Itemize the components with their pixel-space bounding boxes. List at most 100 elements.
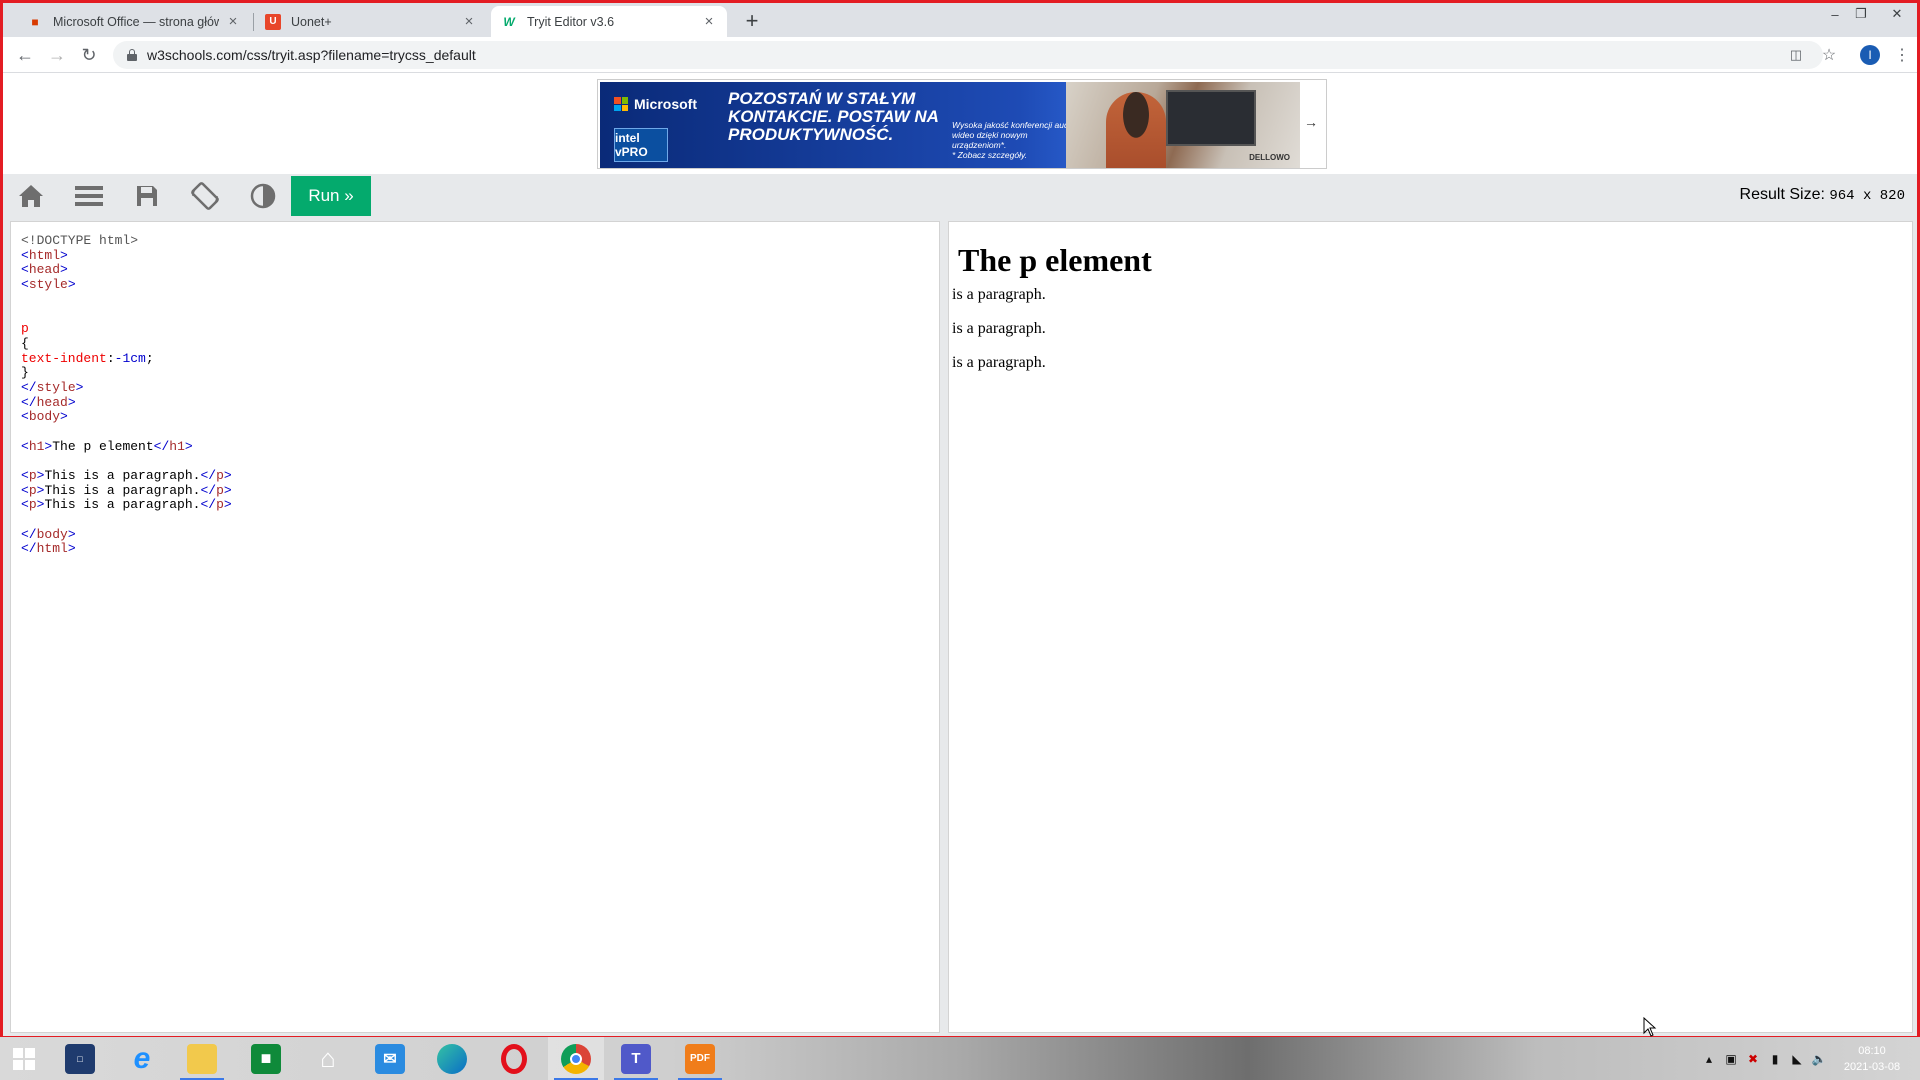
microsoft-logo: Microsoft	[614, 96, 697, 112]
lock-icon	[127, 49, 137, 61]
wifi-icon[interactable]: ◣	[1786, 1037, 1808, 1080]
clock-time: 08:10	[1858, 1044, 1886, 1057]
tab-title: Tryit Editor v3.6	[527, 14, 615, 29]
edge-icon[interactable]	[424, 1037, 480, 1080]
rotate-icon[interactable]	[177, 174, 233, 218]
internet-explorer-icon[interactable]: e	[114, 1037, 170, 1080]
code-line[interactable]	[21, 511, 232, 526]
editor-panes: <!DOCTYPE html> <html> <head> <style> p{tex…	[3, 218, 1917, 1036]
result-paragraph: is a paragraph.	[952, 320, 1046, 337]
code-line[interactable]: </body>	[21, 526, 232, 542]
code-line[interactable]: </style>	[21, 379, 232, 395]
advertisement-banner[interactable]: Microsoft intel vPRO POZOSTAŃ W STAŁYM K…	[597, 79, 1327, 169]
volume-icon[interactable]: 🔈	[1808, 1037, 1830, 1080]
code-editor[interactable]: <!DOCTYPE html> <html> <head> <style> p{tex…	[10, 221, 940, 1033]
pane-splitter[interactable]	[940, 218, 948, 1036]
run-button[interactable]: Run »	[291, 176, 371, 216]
system-tray: ▴ ▣ ✖ ▮ ◣ 🔈 08:10 2021-03-08	[1698, 1037, 1920, 1080]
show-hidden-icons-icon[interactable]: ▴	[1698, 1037, 1720, 1080]
bookmark-star-icon[interactable]: ☆	[1817, 43, 1841, 67]
code-line[interactable]: p	[21, 320, 232, 336]
code-text[interactable]: <!DOCTYPE html> <html> <head> <style> p{tex…	[21, 232, 232, 556]
file-explorer-icon[interactable]	[174, 1037, 230, 1080]
start-button[interactable]	[0, 1037, 48, 1080]
home-icon[interactable]: ⌂	[300, 1037, 356, 1080]
battery-icon[interactable]: ▮	[1764, 1037, 1786, 1080]
clock[interactable]: 08:10 2021-03-08	[1834, 1043, 1910, 1075]
result-size-value: 964 x 820	[1829, 188, 1905, 204]
result-size-label: Result Size:	[1739, 186, 1825, 203]
opera-icon[interactable]	[486, 1037, 542, 1080]
code-line[interactable]: <style>	[21, 276, 232, 292]
address-bar[interactable]: w3schools.com/css/tryit.asp?filename=try…	[113, 41, 1823, 69]
code-line[interactable]: <html>	[21, 247, 232, 263]
result-paragraph: is a paragraph.	[952, 354, 1046, 371]
screen: ■ Microsoft Office — strona główna × U U…	[0, 0, 1920, 1080]
w3schools-icon: W	[503, 14, 515, 29]
tab-strip: ■ Microsoft Office — strona główna × U U…	[3, 3, 1917, 37]
code-line[interactable]	[21, 305, 232, 320]
result-frame[interactable]: The p element is a paragraph. is a parag…	[948, 221, 1913, 1033]
person-image	[1106, 92, 1166, 168]
mouse-cursor-icon	[1643, 1017, 1657, 1037]
tryit-toolbar: Run » Result Size: 964 x 820	[3, 174, 1917, 218]
store-icon[interactable]: ■	[238, 1037, 294, 1080]
restore-icon[interactable]: ❐	[1846, 3, 1876, 25]
lenovo-vantage-icon[interactable]: □	[52, 1037, 108, 1080]
ad-arrow-icon[interactable]: →	[1304, 114, 1318, 130]
close-tab-icon[interactable]: ×	[461, 13, 477, 30]
code-line[interactable]: </head>	[21, 394, 232, 410]
uonet-icon: U	[265, 13, 281, 30]
code-line[interactable]: {	[21, 335, 232, 351]
home-icon[interactable]	[3, 174, 59, 218]
web-page: Microsoft intel vPRO POZOSTAŃ W STAŁYM K…	[3, 74, 1917, 1037]
chrome-icon[interactable]	[548, 1037, 604, 1080]
code-line[interactable]: <!DOCTYPE html>	[21, 232, 232, 248]
network-error-icon[interactable]: ✖	[1742, 1037, 1764, 1080]
code-line[interactable]: text-indent:-1cm;	[21, 350, 232, 366]
back-icon[interactable]: ←	[11, 41, 39, 69]
code-line[interactable]: <body>	[21, 408, 232, 424]
ad-partner: DELLOWO	[1249, 153, 1290, 162]
ad-photo: DELLOWO	[1066, 82, 1300, 168]
contrast-icon[interactable]	[235, 174, 291, 218]
new-tab-button[interactable]: +	[739, 8, 765, 34]
reload-icon[interactable]: ↻	[75, 41, 103, 69]
code-line[interactable]	[21, 452, 232, 467]
code-line[interactable]: <head>	[21, 261, 232, 277]
code-line[interactable]: }	[21, 364, 232, 380]
tab-title: Uonet+	[291, 14, 332, 29]
result-paragraph: is a paragraph.	[952, 286, 1046, 303]
tab-uonet[interactable]: U Uonet+ ×	[255, 6, 487, 37]
tab-separator	[253, 13, 254, 31]
office-icon: ■	[31, 14, 39, 29]
camera-icon[interactable]: ▣	[1720, 1037, 1742, 1080]
code-line[interactable]: <p>This is a paragraph.</p>	[21, 496, 232, 512]
close-tab-icon[interactable]: ×	[225, 13, 241, 30]
code-line[interactable]	[21, 423, 232, 438]
code-line[interactable]	[21, 291, 232, 306]
menu-icon[interactable]	[61, 174, 117, 218]
laptop-image	[1166, 90, 1256, 146]
tab-microsoft-office[interactable]: ■ Microsoft Office — strona główna ×	[17, 6, 251, 37]
menu-dots-icon[interactable]: ⋮	[1890, 43, 1914, 67]
code-line[interactable]: <p>This is a paragraph.</p>	[21, 482, 232, 498]
translate-icon[interactable]: ◫	[1784, 43, 1808, 67]
browser-toolbar: ← → ↻ w3schools.com/css/tryit.asp?filena…	[3, 37, 1917, 73]
save-icon[interactable]	[119, 174, 175, 218]
ad-subtext-line: Wysoka jakość konferencji audio i wideo …	[952, 120, 1080, 150]
close-tab-icon[interactable]: ×	[701, 13, 717, 30]
close-window-icon[interactable]: ✕	[1882, 3, 1912, 25]
result-size: Result Size: 964 x 820	[1740, 186, 1905, 204]
tab-tryit-editor[interactable]: W Tryit Editor v3.6 ×	[491, 6, 727, 37]
mail-icon[interactable]: ✉	[362, 1037, 418, 1080]
code-line[interactable]: </html>	[21, 540, 232, 556]
code-line[interactable]: <h1>The p element</h1>	[21, 438, 232, 454]
code-line[interactable]: <p>This is a paragraph.</p>	[21, 467, 232, 483]
tab-title: Microsoft Office — strona główna	[53, 14, 219, 29]
forward-icon[interactable]: →	[43, 41, 71, 69]
profile-avatar[interactable]: I	[1860, 45, 1880, 65]
teams-icon[interactable]: T	[608, 1037, 664, 1080]
start-icon	[13, 1047, 35, 1070]
pdf-icon[interactable]: PDF	[672, 1037, 728, 1080]
